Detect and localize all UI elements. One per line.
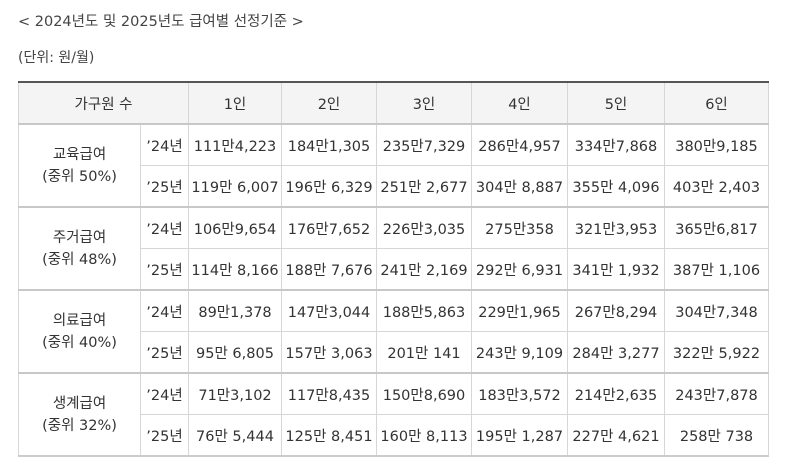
year-cell: ’25년 (140, 165, 189, 208)
category-cell: 교육급여 (중위 50%) (18, 123, 141, 208)
header-row: 가구원 수 1인 2인 3인 4인 5인 6인 (18, 81, 769, 125)
category-name: 의료급여 (52, 312, 107, 329)
value-cell: 188만 7,676 (281, 248, 377, 291)
year-cell: ’25년 (140, 331, 189, 374)
year-cell: ’24년 (140, 372, 189, 415)
value-cell: 201만 141 (376, 331, 472, 374)
header-household: 가구원 수 (18, 81, 189, 125)
year-cell: ’24년 (140, 206, 189, 249)
value-cell: 304만7,348 (664, 289, 769, 332)
value-cell: 71만3,102 (188, 372, 282, 415)
category-name: 생계급여 (52, 395, 107, 412)
value-cell: 355만 4,096 (567, 165, 665, 208)
year-cell: ’25년 (140, 248, 189, 291)
value-cell: 275만358 (471, 206, 568, 249)
value-cell: 286만4,957 (471, 123, 568, 166)
value-cell: 106만9,654 (188, 206, 282, 249)
value-cell: 214만2,635 (567, 372, 665, 415)
value-cell: 147만3,044 (281, 289, 377, 332)
value-cell: 76만 5,444 (188, 414, 282, 457)
value-cell: 403만 2,403 (664, 165, 769, 208)
value-cell: 322만 5,922 (664, 331, 769, 374)
value-cell: 89만1,378 (188, 289, 282, 332)
criteria-table: 가구원 수 1인 2인 3인 4인 5인 6인 교육급여 (중위 50%) ’2… (18, 81, 769, 457)
header-1p: 1인 (188, 81, 282, 125)
unit-note: (단위: 원/월) (18, 50, 95, 66)
category-name: 교육급여 (52, 146, 107, 163)
value-cell: 304만 8,887 (471, 165, 568, 208)
value-cell: 196만 6,329 (281, 165, 377, 208)
value-cell: 160만 8,113 (376, 414, 472, 457)
value-cell: 111만4,223 (188, 123, 282, 166)
value-cell: 119만 6,007 (188, 165, 282, 208)
table-row: 생계급여 (중위 32%) ’24년 71만3,102 117만8,435 15… (18, 372, 769, 457)
header-3p: 3인 (376, 81, 472, 125)
value-cell: 176만7,652 (281, 206, 377, 249)
category-sub: (중위 50%) (42, 168, 117, 185)
value-cell: 251만 2,677 (376, 165, 472, 208)
category-sub: (중위 40%) (42, 334, 117, 351)
value-cell: 227만 4,621 (567, 414, 665, 457)
category-name: 주거급여 (52, 229, 107, 246)
value-cell: 387만 1,106 (664, 248, 769, 291)
value-cell: 226만3,035 (376, 206, 472, 249)
value-cell: 341만 1,932 (567, 248, 665, 291)
year-cell: ’24년 (140, 289, 189, 332)
table-row: 교육급여 (중위 50%) ’24년 111만4,223 184만1,305 2… (18, 123, 769, 208)
value-cell: 188만5,863 (376, 289, 472, 332)
value-cell: 229만1,965 (471, 289, 568, 332)
value-cell: 150만8,690 (376, 372, 472, 415)
value-cell: 365만6,817 (664, 206, 769, 249)
value-cell: 195만 1,287 (471, 414, 568, 457)
value-cell: 184만1,305 (281, 123, 377, 166)
category-cell: 의료급여 (중위 40%) (18, 289, 141, 374)
category-cell: 생계급여 (중위 32%) (18, 372, 141, 457)
value-cell: 114만 8,166 (188, 248, 282, 291)
value-cell: 380만9,185 (664, 123, 769, 166)
value-cell: 157만 3,063 (281, 331, 377, 374)
table-title: < 2024년도 및 2025년도 급여별 선정기준 > (18, 14, 304, 30)
value-cell: 284만 3,277 (567, 331, 665, 374)
header-5p: 5인 (567, 81, 665, 125)
value-cell: 183만3,572 (471, 372, 568, 415)
year-cell: ’24년 (140, 123, 189, 166)
category-sub: (중위 48%) (42, 251, 117, 268)
value-cell: 258만 738 (664, 414, 769, 457)
value-cell: 243만7,878 (664, 372, 769, 415)
value-cell: 334만7,868 (567, 123, 665, 166)
value-cell: 125만 8,451 (281, 414, 377, 457)
value-cell: 241만 2,169 (376, 248, 472, 291)
header-4p: 4인 (471, 81, 568, 125)
value-cell: 292만 6,931 (471, 248, 568, 291)
value-cell: 267만8,294 (567, 289, 665, 332)
value-cell: 243만 9,109 (471, 331, 568, 374)
year-cell: ’25년 (140, 414, 189, 457)
value-cell: 117만8,435 (281, 372, 377, 415)
header-2p: 2인 (281, 81, 377, 125)
table-row: 주거급여 (중위 48%) ’24년 106만9,654 176만7,652 2… (18, 206, 769, 291)
value-cell: 95만 6,805 (188, 331, 282, 374)
category-cell: 주거급여 (중위 48%) (18, 206, 141, 291)
header-6p: 6인 (664, 81, 769, 125)
category-sub: (중위 32%) (42, 417, 117, 434)
table-row: 의료급여 (중위 40%) ’24년 89만1,378 147만3,044 18… (18, 289, 769, 374)
value-cell: 321만3,953 (567, 206, 665, 249)
value-cell: 235만7,329 (376, 123, 472, 166)
